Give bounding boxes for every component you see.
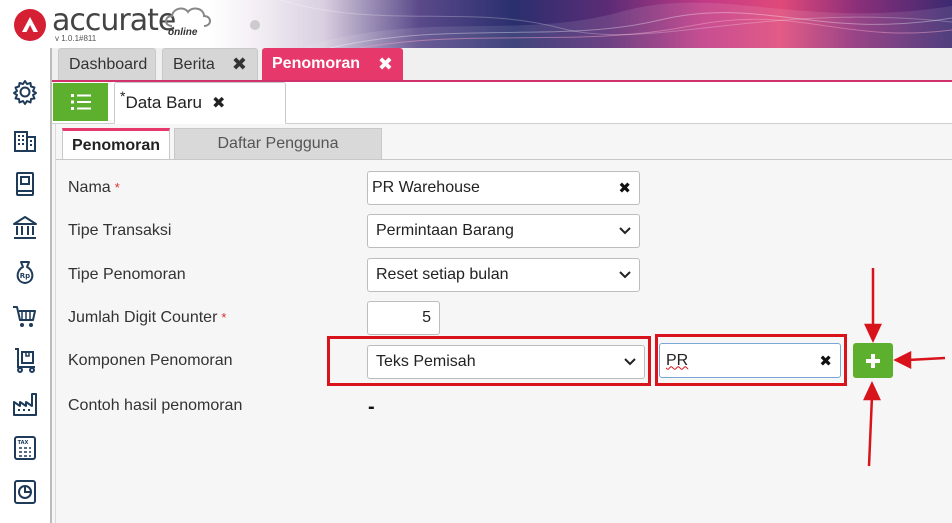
chevron-down-icon	[619, 227, 631, 235]
sidebar-item-ledger[interactable]	[0, 162, 50, 206]
list-view-button[interactable]	[53, 83, 108, 121]
tab-label: Dashboard	[69, 55, 148, 73]
app-window: accurate online v 1.0.1#811 Rp TAX Dashb…	[0, 0, 952, 523]
tab-label: Daftar Pengguna	[217, 135, 339, 152]
building-icon	[14, 131, 36, 152]
nama-label: Nama *	[68, 179, 120, 196]
unsaved-marker: *	[120, 88, 126, 104]
sidebar-item-tax[interactable]: TAX	[0, 426, 50, 470]
sidebar-item-reports[interactable]	[0, 470, 50, 514]
money-bag-icon: Rp	[16, 261, 34, 284]
sidebar-item-company[interactable]	[0, 118, 50, 162]
add-component-button[interactable]	[853, 343, 893, 378]
tipe-penomoran-select[interactable]: Reset setiap bulan	[367, 258, 640, 292]
sidebar-item-inventory[interactable]	[0, 338, 50, 382]
clear-icon[interactable]: ✖	[618, 179, 631, 197]
status-dot	[250, 20, 260, 30]
tipe-transaksi-value: Permintaan Barang	[376, 222, 514, 239]
tax-calculator-icon: TAX	[14, 436, 36, 460]
chevron-down-icon	[619, 271, 631, 279]
contoh-label: Contoh hasil penomoran	[68, 397, 243, 414]
app-tagline: online	[168, 27, 198, 38]
sidebar-item-sales[interactable]	[0, 294, 50, 338]
document-tab-bar: * Data Baru ✖	[52, 82, 952, 124]
gear-icon	[13, 80, 37, 105]
tab-label: Penomoran	[272, 55, 361, 72]
sidebar-item-settings[interactable]	[0, 70, 50, 114]
app-name: accurate	[52, 3, 176, 38]
contoh-value: -	[368, 396, 375, 418]
bank-icon	[13, 216, 37, 239]
close-icon[interactable]: ✖	[212, 93, 225, 113]
logo-mark-icon	[14, 9, 46, 41]
report-chart-icon	[14, 480, 36, 504]
top-tab-bar: Dashboard Berita ✖ Penomoran ✖	[52, 48, 952, 82]
jumlah-digit-input[interactable]: 5	[367, 301, 440, 335]
tab-data-baru[interactable]: * Data Baru ✖	[114, 82, 286, 124]
sidebar-item-bank[interactable]	[0, 206, 50, 250]
svg-text:TAX: TAX	[18, 440, 29, 446]
panel-border	[55, 124, 56, 523]
tab-label: Penomoran	[72, 136, 161, 154]
close-icon[interactable]: ✖	[378, 54, 393, 75]
nama-value: PR Warehouse	[372, 179, 480, 196]
tipe-penomoran-label: Tipe Penomoran	[68, 266, 186, 283]
annotation-box-type	[327, 336, 651, 386]
tab-penomoran-detail[interactable]: Penomoran	[62, 128, 170, 160]
tab-dashboard[interactable]: Dashboard	[58, 48, 156, 80]
sidebar: Rp TAX	[0, 48, 50, 523]
nama-input[interactable]: PR Warehouse ✖	[367, 171, 640, 205]
list-icon	[70, 94, 91, 110]
book-icon	[16, 172, 34, 196]
app-version: v 1.0.1#811	[55, 34, 97, 43]
tipe-transaksi-label: Tipe Transaksi	[68, 222, 172, 239]
required-marker: *	[221, 310, 227, 325]
tab-berita[interactable]: Berita ✖	[162, 48, 258, 80]
shopping-cart-icon	[13, 306, 36, 327]
tab-daftar-pengguna[interactable]: Daftar Pengguna	[174, 128, 382, 160]
jumlah-digit-value: 5	[422, 309, 431, 326]
tipe-penomoran-value: Reset setiap bulan	[376, 266, 509, 283]
annotation-box-text	[655, 334, 847, 386]
plus-icon	[866, 353, 880, 368]
tipe-transaksi-select[interactable]: Permintaan Barang	[367, 214, 640, 248]
tab-label: Berita	[173, 55, 215, 73]
tab-underline	[56, 159, 952, 160]
close-icon[interactable]: ✖	[232, 54, 247, 75]
sidebar-item-manufacturing[interactable]	[0, 382, 50, 426]
required-marker: *	[114, 180, 120, 195]
svg-text:Rp: Rp	[20, 272, 30, 280]
tab-penomoran[interactable]: Penomoran ✖	[262, 48, 403, 80]
komponen-label: Komponen Penomoran	[68, 352, 233, 369]
hand-truck-icon	[15, 348, 35, 373]
app-header: accurate online v 1.0.1#811	[0, 0, 952, 48]
factory-icon	[13, 393, 37, 416]
sidebar-item-finance[interactable]: Rp	[0, 250, 50, 294]
jumlah-digit-label: Jumlah Digit Counter *	[68, 309, 227, 326]
tab-label: Data Baru	[125, 93, 202, 112]
